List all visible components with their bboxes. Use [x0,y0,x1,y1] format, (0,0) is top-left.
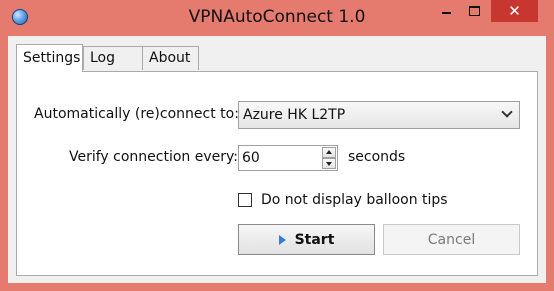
app-window: VPNAutoConnect 1.0 ✕ Settings Log About … [0,0,554,291]
connect-label: Automatically (re)connect to: [34,106,239,122]
maximize-button[interactable] [461,0,488,22]
cancel-button[interactable]: Cancel [383,224,520,255]
close-button[interactable]: ✕ [491,0,538,22]
start-button-label: Start [294,231,335,248]
minimize-button[interactable] [432,0,460,22]
verify-unit-label: seconds [348,149,406,165]
tab-settings-label: Settings [23,50,81,66]
chevron-down-icon[interactable] [501,106,513,118]
title-bar[interactable]: VPNAutoConnect 1.0 ✕ [0,0,554,36]
vpn-connection-select[interactable]: Azure HK L2TP [238,101,520,129]
settings-panel: Automatically (re)connect to: Azure HK L… [16,71,538,276]
spin-up-button[interactable] [322,147,336,158]
spin-down-button[interactable] [322,158,336,169]
tab-about[interactable]: About [142,46,199,70]
balloon-tips-checkbox[interactable] [238,193,252,207]
verify-label: Verify connection every: [69,149,239,165]
verify-interval-value: 60 [242,150,260,166]
balloon-tips-label[interactable]: Do not display balloon tips [261,192,448,208]
tab-settings[interactable]: Settings [16,44,83,72]
minimize-icon [441,12,451,14]
start-button[interactable]: Start [238,224,375,255]
close-icon: ✕ [508,2,521,20]
cancel-button-label: Cancel [427,231,476,248]
maximize-icon [469,6,480,16]
vpn-connection-value: Azure HK L2TP [243,107,346,123]
tab-about-label: About [149,50,191,66]
tab-log-label: Log [90,50,116,66]
verify-interval-input[interactable]: 60 [238,145,338,171]
tab-log[interactable]: Log [83,46,143,70]
play-icon [278,234,286,245]
client-area: Settings Log About Automatically (re)con… [8,36,546,283]
